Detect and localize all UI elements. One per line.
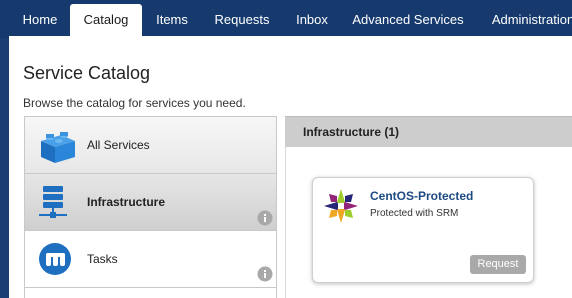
centos-logo-icon <box>324 189 358 223</box>
category-all-services[interactable]: All Services <box>25 117 276 174</box>
info-icon[interactable] <box>257 266 273 282</box>
info-icon[interactable] <box>257 210 273 226</box>
content-body: CentOS-Protected Protected with SRM Requ… <box>285 147 572 298</box>
category-infrastructure[interactable]: Infrastructure <box>25 174 276 231</box>
category-label: All Services <box>87 138 150 152</box>
page-subtitle: Browse the catalog for services you need… <box>23 96 246 110</box>
tab-home[interactable]: Home <box>10 4 70 38</box>
tab-items[interactable]: Items <box>142 4 202 38</box>
page-title: Service Catalog <box>23 63 151 83</box>
tab-requests[interactable]: Requests <box>202 4 282 38</box>
category-tasks[interactable]: Tasks <box>25 231 276 288</box>
category-list: All Services Infrastructure Tasks <box>24 116 277 298</box>
request-button[interactable]: Request <box>470 255 526 274</box>
content-header-title: Infrastructure (1) <box>303 125 400 139</box>
tab-administration[interactable]: Administration <box>478 4 572 38</box>
catalog-item-description: Protected with SRM <box>370 208 459 219</box>
tab-advanced-services[interactable]: Advanced Services <box>342 4 474 38</box>
catalog-item-card[interactable]: CentOS-Protected Protected with SRM Requ… <box>312 177 534 283</box>
tab-inbox[interactable]: Inbox <box>282 4 342 38</box>
tasks-logo-icon <box>39 243 71 275</box>
blocks-icon <box>41 132 75 163</box>
main-panel: Service Catalog Browse the catalog for s… <box>9 36 572 298</box>
server-network-icon <box>39 186 67 218</box>
category-label: Tasks <box>87 252 118 266</box>
category-label: Infrastructure <box>87 195 166 209</box>
tab-catalog[interactable]: Catalog <box>70 4 142 38</box>
top-navigation: Home Catalog Items Requests Inbox Advanc… <box>0 0 572 38</box>
catalog-item-title[interactable]: CentOS-Protected <box>370 189 473 203</box>
content-header: Infrastructure (1) <box>285 116 572 147</box>
